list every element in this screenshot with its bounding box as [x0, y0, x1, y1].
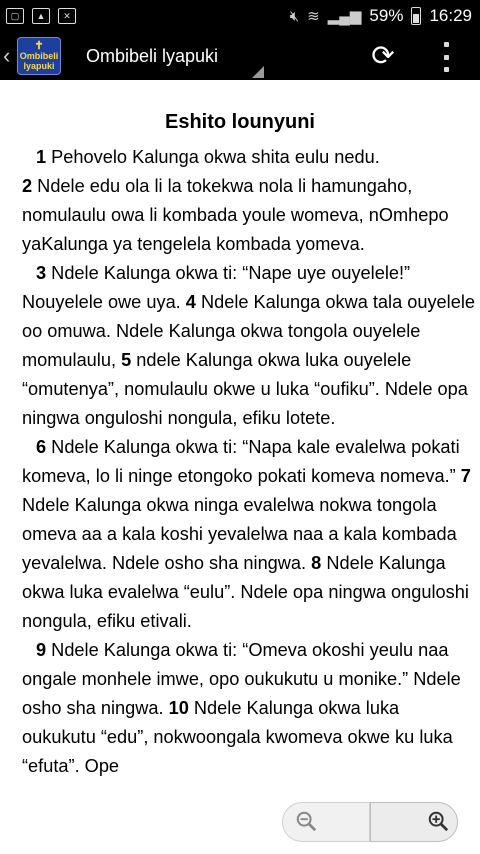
paragraph: 6 Ndele Kalunga okwa ti: “Napa kale eval… — [22, 433, 478, 636]
blocked-notification-icon: ✕ — [58, 8, 76, 24]
paragraph: 1 Pehovelo Kalunga okwa shita eulu nedu. — [22, 143, 478, 172]
status-bar: ▢ ▲ ✕ 🔇︎ ≋ ▂▄▆ 59% 16:29 — [0, 0, 480, 32]
action-bar: ‹ ✝ Ombibeli lyapuki Ombibeli lyapuki — [0, 32, 480, 80]
verse-text: Pehovelo Kalunga okwa shita eulu nedu. — [46, 147, 380, 167]
clock: 16:29 — [429, 6, 472, 25]
battery-icon — [411, 7, 422, 25]
battery-percent: 59% — [369, 6, 404, 25]
verse-number: 2 — [22, 176, 33, 196]
verse-number: 10 — [168, 698, 189, 718]
app-title[interactable]: Ombibeli lyapuki — [86, 46, 218, 67]
verse-text: Ndele Kalunga okwa ti: “Napa kale evalel… — [22, 437, 461, 486]
verse-text: Ndele edu ola li la tokekwa nola li hamu… — [22, 176, 449, 254]
scripture-text: 1 Pehovelo Kalunga okwa shita eulu nedu.… — [22, 143, 478, 781]
image-icon: ▲ — [32, 8, 50, 24]
verse-number: 1 — [36, 147, 47, 167]
paragraph: 3 Ndele Kalunga okwa ti: “Nape uye ouyel… — [22, 259, 478, 433]
verse-number: 5 — [121, 350, 132, 370]
mute-icon: 🔇︎ — [289, 7, 300, 25]
verse-number: 6 — [36, 437, 47, 457]
cross-icon: ✝ — [34, 40, 44, 52]
verse-number: 4 — [185, 292, 196, 312]
zoom-in-icon — [428, 811, 449, 832]
spinner-indicator-icon[interactable] — [252, 66, 264, 78]
overflow-menu-icon[interactable] — [440, 42, 452, 72]
zoom-in-button[interactable] — [370, 802, 458, 842]
paragraph: 2 Ndele edu ola li la tokekwa nola li ha… — [22, 172, 478, 259]
wifi-icon: ≋ — [307, 8, 320, 25]
verse-number: 9 — [36, 640, 47, 660]
app-logo[interactable]: ✝ Ombibeli lyapuki — [17, 37, 61, 75]
reading-pane[interactable]: Eshito lounyuni 1 Pehovelo Kalunga okwa … — [0, 80, 480, 854]
paragraph: 9 Ndele Kalunga okwa ti: “Omeva okoshi y… — [22, 636, 478, 781]
verse-number: 7 — [460, 466, 471, 486]
zoom-out-button[interactable] — [282, 802, 370, 842]
verse-number: 3 — [36, 263, 47, 283]
chapter-title: Eshito lounyuni — [165, 111, 315, 133]
zoom-controls — [282, 802, 458, 842]
refresh-icon[interactable]: ⟳ — [368, 41, 398, 71]
back-chevron-icon[interactable]: ‹ — [3, 43, 17, 69]
zoom-out-icon — [296, 811, 317, 832]
signal-icon: ▂▄▆ — [327, 8, 362, 25]
verse-number: 8 — [311, 553, 322, 573]
notification-icon: ▢ — [6, 8, 24, 24]
